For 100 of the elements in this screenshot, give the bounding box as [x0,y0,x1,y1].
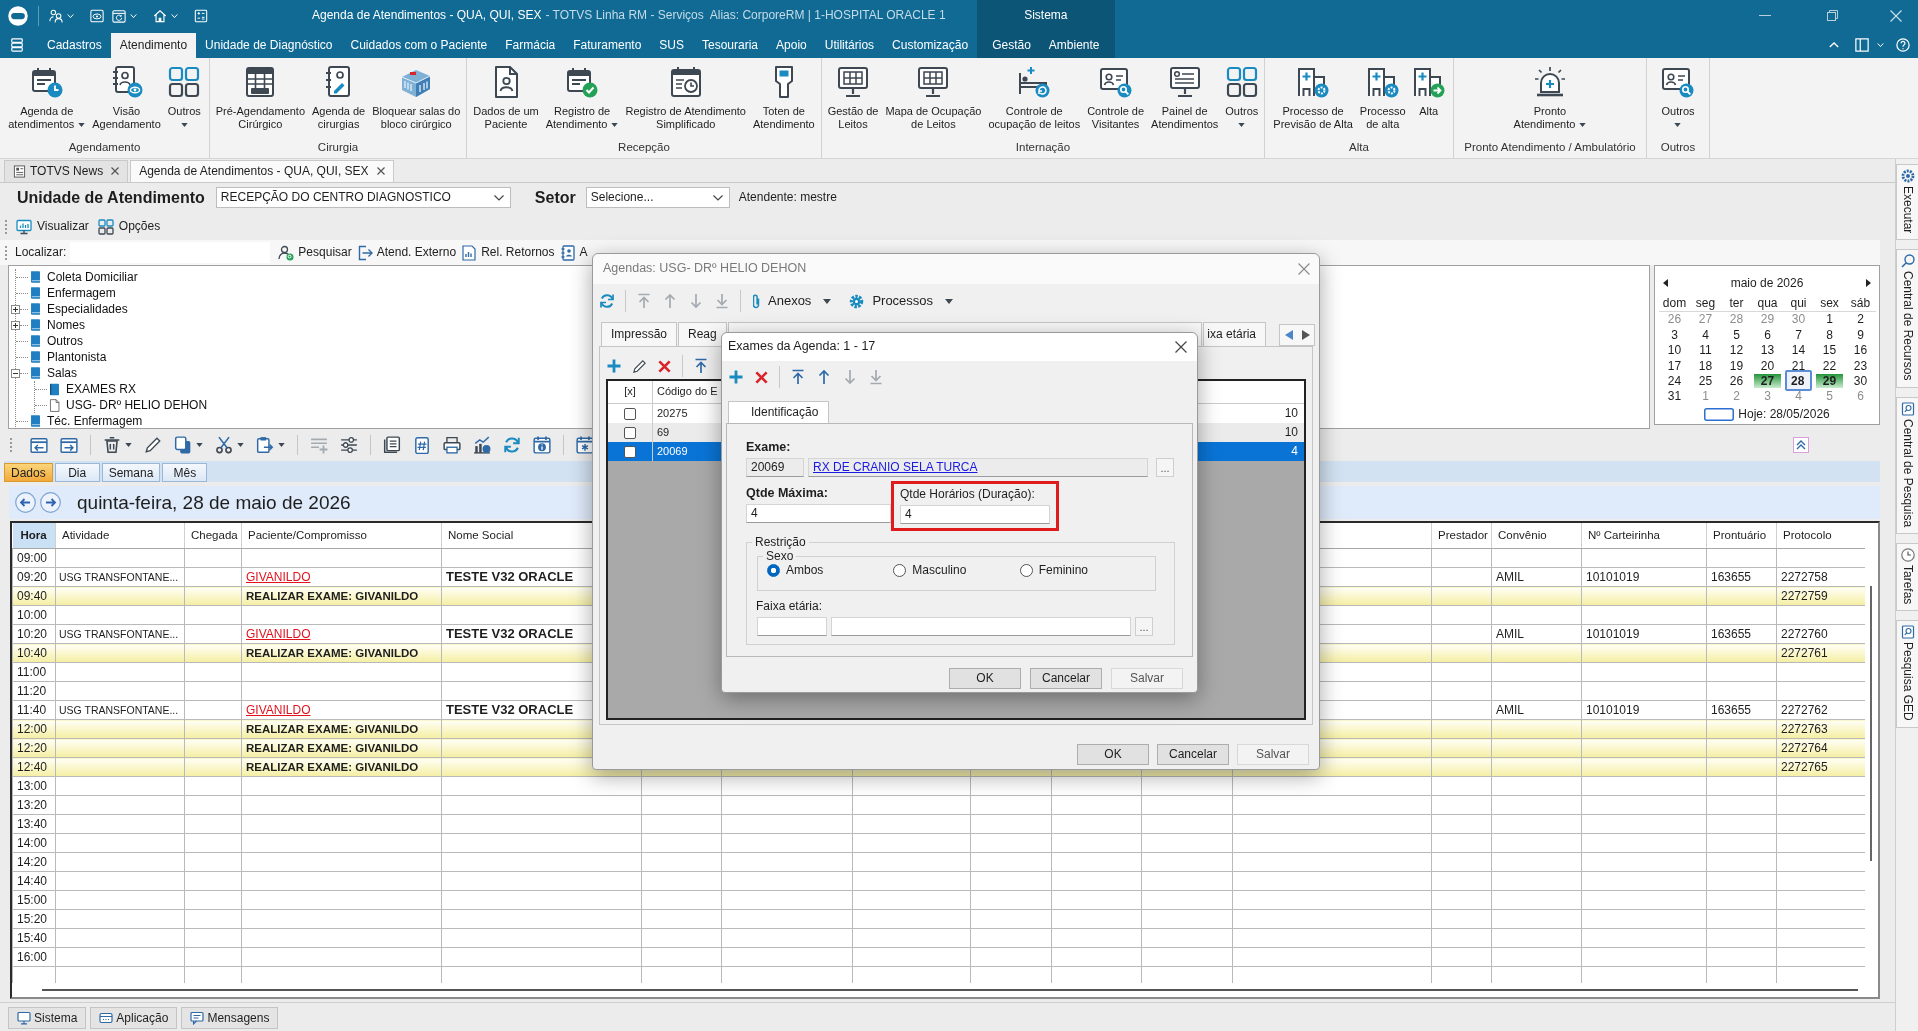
checkbox[interactable] [624,426,636,439]
logo-icon[interactable] [8,5,28,26]
status-tab[interactable]: Sistema [8,1007,87,1029]
checkbox[interactable] [624,407,636,420]
ribbon-tab[interactable]: Unidade de Diagnóstico [196,33,342,58]
pencil-icon[interactable] [632,358,647,374]
tree-item[interactable]: EXAMES RX [66,381,137,397]
calendar-day[interactable]: 16 [1847,343,1875,358]
calendar-day[interactable]: 9 [1847,327,1875,342]
collapse-icon[interactable] [11,368,20,378]
dialog-tab[interactable]: Identificação [728,401,830,423]
document-tab[interactable]: TOTVS News [4,159,129,182]
calendar-day[interactable]: 1 [1816,312,1844,327]
status-tab[interactable]: Aplicação [90,1007,178,1029]
view-tab[interactable]: Semana [101,463,161,482]
horizontal-scrollbar[interactable] [42,989,1859,992]
input-field[interactable] [757,617,827,636]
calendar-day[interactable]: 31 [1661,389,1689,404]
documents-icon[interactable] [383,436,401,455]
radio-label[interactable]: Ambos [786,563,824,578]
today-label[interactable]: Hoje: 28/05/2026 [1738,406,1830,422]
ribbon-button[interactable]: Outros [1223,65,1261,127]
calendar-day[interactable]: 22 [1816,358,1844,373]
column-header[interactable]: Nº Carteirinha [1581,522,1707,549]
side-panel-tab[interactable]: Central de Pesquisa [1896,396,1918,534]
ribbon-tab[interactable]: Faturamento [564,33,651,58]
tree-item[interactable]: Salas [47,365,78,381]
tree-item[interactable]: Coleta Domiciliar [47,269,138,285]
column-header[interactable]: Convênio [1491,522,1582,549]
scroll-right-icon[interactable] [1301,330,1310,340]
calendar-day[interactable]: 29 [1754,312,1782,327]
calendar-day[interactable]: 24 [1661,373,1689,388]
caret-icon[interactable] [237,443,244,448]
ribbon-tab[interactable]: Cadastros [38,33,111,58]
next-month-icon[interactable] [1866,279,1872,288]
calendar-day[interactable]: 29 [1816,373,1844,388]
tree-item[interactable]: Especialidades [47,301,128,317]
column-header[interactable]: Chegada [184,522,242,549]
ribbon-tab[interactable]: Tesouraria [693,33,768,58]
view-tab[interactable]: Dia [54,463,100,482]
ribbon-tab[interactable]: Ambiente [1039,33,1109,58]
collapse-panel-icon[interactable] [1793,437,1810,454]
calendar-info-icon[interactable] [533,436,551,455]
calculator-icon[interactable] [194,8,208,23]
calendar-day[interactable]: 23 [1847,358,1875,373]
arrow-top-icon[interactable] [693,358,709,374]
caret-icon[interactable] [196,443,203,448]
arrow-top-icon[interactable] [790,369,806,385]
ribbon-button[interactable]: Agenda de cirurgias [310,65,368,131]
collapse-ribbon-icon[interactable] [1829,41,1839,48]
dialog-button[interactable]: OK [949,668,1021,689]
ribbon-button[interactable]: Registro de Atendimento Simplificado [623,65,748,131]
ribbon-button[interactable]: Outros [1659,65,1697,127]
toolbar-button[interactable]: Rel. Retornos [459,244,558,261]
ribbon-button[interactable]: Processo de Previsão de Alta [1271,65,1355,131]
ribbon-tab[interactable]: Utilitários [815,33,884,58]
ribbon-button[interactable]: Bloquear salas do bloco cirúrgico [370,65,463,131]
tree-item[interactable]: Téc. Enfermagem [47,413,143,429]
calendar-day[interactable]: 7 [1785,327,1813,342]
column-header[interactable]: Prontuário [1706,522,1777,549]
caret-icon[interactable] [171,13,178,18]
close-icon[interactable] [376,167,385,176]
vertical-scrollbar[interactable] [1870,585,1873,861]
printer-icon[interactable] [443,436,461,455]
arrow-up-icon[interactable] [816,369,832,385]
calendar-day[interactable]: 30 [1847,373,1875,388]
ribbon-button[interactable]: Gestão de Leitos [825,65,881,131]
sector-select[interactable]: Selecione... [585,187,730,209]
calendar-day[interactable]: 8 [1816,327,1844,342]
calendar-day[interactable]: 15 [1816,343,1844,358]
tree-item[interactable]: Outros [47,333,83,349]
side-panel-tab[interactable]: Central de Recursos [1896,249,1918,388]
ribbon-button[interactable]: Mapa de Ocupação de Leitos [883,65,984,131]
side-panel-tab[interactable]: Tarefas [1896,542,1918,612]
calendar-day[interactable]: 14 [1785,343,1813,358]
toolbar-button[interactable]: A [557,244,591,261]
scissors-icon[interactable] [215,436,233,455]
radio-label[interactable]: Feminino [1038,563,1088,578]
caret-icon[interactable] [67,13,74,18]
document-tab[interactable]: Agenda de Atendimentos - QUA, QUI, SEX [130,159,394,182]
caret-icon[interactable] [125,443,132,448]
dialog-tab[interactable]: Impressão [601,322,678,346]
ribbon-button[interactable]: Outros [165,65,203,127]
toolbar-button[interactable]: Opções [94,218,167,235]
calendar-day[interactable]: 25 [1692,373,1720,388]
calendar-asterisk-icon[interactable] [576,436,594,455]
caret-icon[interactable] [130,13,137,18]
caret-icon[interactable] [1877,42,1884,47]
close-icon[interactable] [111,167,120,176]
tree-item[interactable]: Nomes [47,317,85,333]
caret-icon[interactable] [278,443,285,448]
view-tab[interactable]: Dados [4,463,53,482]
dialog-button[interactable]: Cancelar [1157,744,1229,765]
ribbon-tab[interactable]: Gestão [983,33,1040,58]
scroll-left-icon[interactable] [1284,330,1293,340]
lookup-button[interactable]: ... [1135,617,1153,636]
delete-icon[interactable] [657,358,672,374]
input-field[interactable]: 4 [746,504,891,523]
paste-icon[interactable] [256,436,274,455]
unit-select[interactable]: RECEPÇÃO DO CENTRO DIAGNOSTICO [215,187,511,209]
